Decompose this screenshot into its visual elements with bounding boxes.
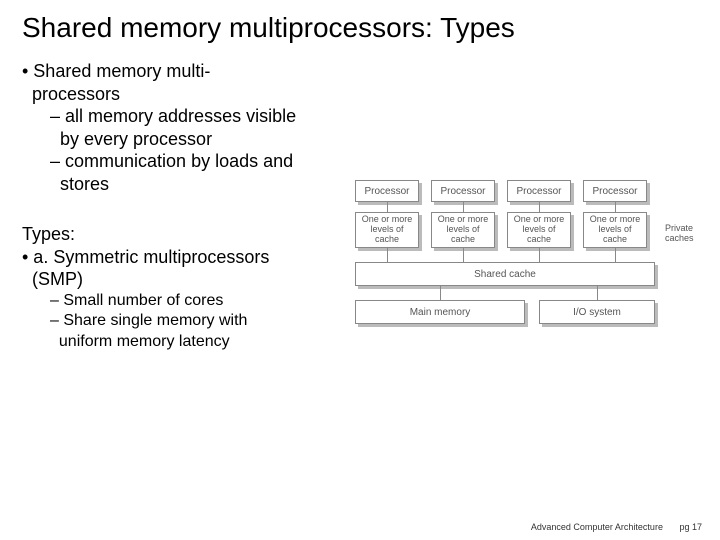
io-system-box: I/O system xyxy=(539,300,655,324)
cache-box: One or more levels of cache xyxy=(583,212,647,248)
connector-line xyxy=(463,248,464,262)
footer-page: pg 17 xyxy=(679,522,702,532)
connector-line xyxy=(387,202,388,212)
private-caches-label: Privatecaches xyxy=(665,224,694,244)
body-block-1: • Shared memory multi- processors – all … xyxy=(22,60,698,195)
connector-line xyxy=(615,248,616,262)
cache-box: One or more levels of cache xyxy=(355,212,419,248)
footer-course: Advanced Computer Architecture xyxy=(531,522,663,532)
connector-line xyxy=(539,248,540,262)
page-title: Shared memory multiprocessors: Types xyxy=(22,12,698,44)
slide-footer: Advanced Computer Architecture pg 17 xyxy=(531,522,702,532)
processor-box: Processor xyxy=(507,180,571,202)
bullet-smm: • Shared memory multi- processors xyxy=(22,60,698,105)
cache-box: One or more levels of cache xyxy=(507,212,571,248)
smp-diagram: Processor One or more levels of cache Pr… xyxy=(355,180,710,324)
main-memory-box: Main memory xyxy=(355,300,525,324)
connector-line xyxy=(440,286,441,300)
processor-box: Processor xyxy=(583,180,647,202)
processor-box: Processor xyxy=(355,180,419,202)
connector-line xyxy=(597,286,598,300)
processor-box: Processor xyxy=(431,180,495,202)
connector-line xyxy=(539,202,540,212)
connector-line xyxy=(463,202,464,212)
shared-cache-box: Shared cache xyxy=(355,262,655,286)
connector-line xyxy=(387,248,388,262)
bullet-smm-a: – all memory addresses visible by every … xyxy=(50,105,698,150)
connector-line xyxy=(615,202,616,212)
cache-box: One or more levels of cache xyxy=(431,212,495,248)
